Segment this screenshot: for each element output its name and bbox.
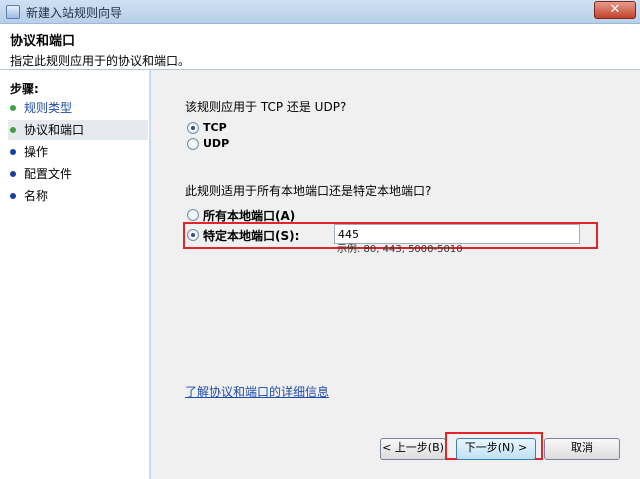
tcp-radio[interactable] xyxy=(187,122,199,134)
tcp-label[interactable]: TCP xyxy=(203,121,227,134)
steps-title: 步骤: xyxy=(10,82,39,96)
step-pending-icon xyxy=(10,193,16,199)
step-rule-type[interactable]: 规则类型 xyxy=(8,98,148,118)
step-label: 操作 xyxy=(24,145,49,159)
step-protocol-and-ports: 协议和端口 xyxy=(8,120,148,140)
back-button[interactable]: < 上一步(B) xyxy=(380,438,446,460)
firewall-app-icon xyxy=(6,5,20,19)
step-pending-icon xyxy=(10,149,16,155)
specific-ports-radio[interactable] xyxy=(187,229,199,241)
learn-more-link[interactable]: 了解协议和端口的详细信息 xyxy=(185,383,329,400)
udp-label[interactable]: UDP xyxy=(203,137,229,150)
udp-radio[interactable] xyxy=(187,138,199,150)
step-label: 协议和端口 xyxy=(24,123,85,137)
step-label: 规则类型 xyxy=(24,101,73,115)
step-label: 名称 xyxy=(24,189,49,203)
step-current-icon xyxy=(10,127,16,133)
step-label: 配置文件 xyxy=(24,167,73,181)
port-question: 此规则适用于所有本地端口还是特定本地端口? xyxy=(185,184,432,198)
port-example: 示例: 80, 443, 5000-5010 xyxy=(337,244,463,255)
step-name: 名称 xyxy=(8,186,148,206)
page-subtitle: 指定此规则应用于的协议和端口。 xyxy=(10,54,191,68)
window-title: 新建入站规则向导 xyxy=(26,6,123,20)
title-bar: 新建入站规则向导 ✕ xyxy=(0,0,640,24)
page-title: 协议和端口 xyxy=(10,34,76,49)
specific-ports-label[interactable]: 特定本地端口(S): xyxy=(203,227,299,244)
steps-panel: 步骤: 规则类型 协议和端口 操作 配置文件 名称 xyxy=(0,70,150,479)
step-complete-icon xyxy=(10,105,16,111)
next-button[interactable]: 下一步(N) > xyxy=(456,438,536,460)
protocol-question: 该规则应用于 TCP 还是 UDP? xyxy=(185,100,347,114)
main-content: 该规则应用于 TCP 还是 UDP? TCP UDP 此规则适用于所有本地端口还… xyxy=(151,70,640,479)
step-pending-icon xyxy=(10,171,16,177)
step-action: 操作 xyxy=(8,142,148,162)
wizard-header: 协议和端口 指定此规则应用于的协议和端口。 xyxy=(0,24,640,70)
step-profile: 配置文件 xyxy=(8,164,148,184)
cancel-button[interactable]: 取消 xyxy=(544,438,620,460)
all-ports-radio[interactable] xyxy=(187,209,199,221)
close-button[interactable]: ✕ xyxy=(594,1,636,19)
